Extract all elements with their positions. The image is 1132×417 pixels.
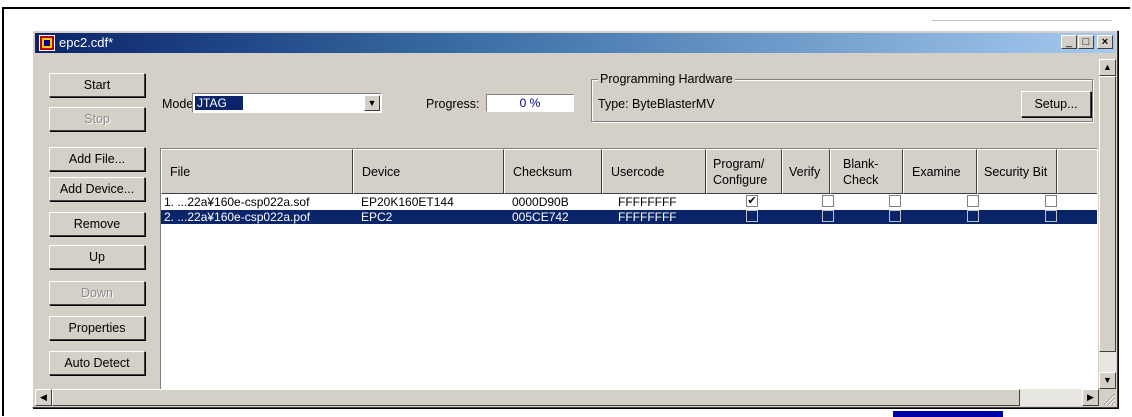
setup-button[interactable]: Setup...: [1021, 91, 1091, 117]
row-file: 1. ...22a¥160e-csp022a.sof: [164, 195, 310, 209]
program-checkbox[interactable]: ✔: [746, 195, 758, 207]
programmer-window: epc2.cdf* _ □ × Start Stop Add File... A…: [32, 30, 1118, 408]
vertical-scrollbar[interactable]: ▲ ▼: [1099, 59, 1116, 403]
scroll-right-arrow-icon[interactable]: ▶: [1082, 389, 1099, 406]
row-file: 2. ...22a¥160e-csp022a.pof: [164, 210, 311, 224]
close-button[interactable]: ×: [1097, 35, 1113, 49]
row-usercode: FFFFFFFF: [618, 195, 677, 209]
verify-checkbox[interactable]: [822, 210, 834, 222]
resize-grip-icon[interactable]: [1099, 389, 1116, 406]
row-device: EPC2: [361, 210, 393, 224]
mode-selected-value: JTAG: [194, 95, 244, 111]
scroll-left-arrow-icon[interactable]: ◀: [35, 389, 52, 406]
minimize-button[interactable]: _: [1061, 35, 1077, 49]
row-device: EP20K160ET144: [361, 195, 454, 209]
blank-check-checkbox[interactable]: [889, 210, 901, 222]
add-device-button[interactable]: Add Device...: [49, 177, 145, 201]
examine-checkbox[interactable]: [967, 195, 979, 207]
progress-field: 0 %: [486, 94, 574, 112]
progress-label: Progress:: [426, 97, 480, 111]
table-row[interactable]: 2. ...22a¥160e-csp022a.pof EPC2 005CE742…: [161, 210, 1097, 224]
vertical-scroll-thumb[interactable]: [1099, 76, 1116, 352]
add-file-button[interactable]: Add File...: [49, 147, 145, 171]
background-strip: [893, 411, 1003, 417]
scroll-down-arrow-icon[interactable]: ▼: [1099, 372, 1116, 389]
security-bit-checkbox[interactable]: [1045, 210, 1057, 222]
column-header-empty: [1057, 149, 1097, 194]
background-line: [932, 20, 1112, 21]
up-button[interactable]: Up: [49, 245, 145, 269]
mode-dropdown[interactable]: JTAG ▼: [192, 93, 382, 113]
horizontal-scroll-thumb[interactable]: [52, 389, 1020, 406]
hardware-type-label: Type:: [598, 97, 629, 111]
maximize-button[interactable]: □: [1078, 35, 1094, 49]
security-bit-checkbox[interactable]: [1045, 195, 1057, 207]
device-list[interactable]: File Device Checksum Usercode Program/ C…: [160, 148, 1098, 390]
title-bar[interactable]: epc2.cdf* _ □ ×: [35, 33, 1115, 53]
horizontal-scrollbar[interactable]: ◀ ▶: [35, 389, 1099, 406]
program-checkbox[interactable]: [746, 210, 758, 222]
column-header-verify[interactable]: Verify: [782, 149, 830, 194]
column-header-examine[interactable]: Examine: [903, 149, 977, 194]
window-title: epc2.cdf*: [59, 35, 114, 50]
group-title: Programming Hardware: [598, 72, 735, 86]
column-header-device[interactable]: Device: [353, 149, 504, 194]
column-header-checksum[interactable]: Checksum: [504, 149, 602, 194]
column-header-program-configure[interactable]: Program/ Configure: [706, 149, 782, 194]
verify-checkbox[interactable]: [822, 195, 834, 207]
hardware-type-value: ByteBlasterMV: [632, 97, 715, 111]
scroll-up-arrow-icon[interactable]: ▲: [1099, 59, 1116, 76]
column-header-file[interactable]: File: [161, 149, 353, 194]
programming-hardware-group: Programming Hardware Type: ByteBlasterMV…: [591, 72, 1093, 122]
start-button[interactable]: Start: [49, 73, 145, 97]
table-row[interactable]: 1. ...22a¥160e-csp022a.sof EP20K160ET144…: [161, 195, 1097, 209]
column-header-usercode[interactable]: Usercode: [602, 149, 706, 194]
column-header-blank-check[interactable]: Blank- Check: [830, 149, 903, 194]
row-checksum: 0000D90B: [512, 195, 569, 209]
row-checksum: 005CE742: [512, 210, 569, 224]
blank-check-checkbox[interactable]: [889, 195, 901, 207]
properties-button[interactable]: Properties: [49, 316, 145, 340]
chevron-down-icon[interactable]: ▼: [364, 95, 380, 111]
column-header-security-bit[interactable]: Security Bit: [977, 149, 1057, 194]
stop-button[interactable]: Stop: [49, 107, 145, 131]
examine-checkbox[interactable]: [967, 210, 979, 222]
auto-detect-button[interactable]: Auto Detect: [49, 351, 145, 375]
down-button[interactable]: Down: [49, 281, 145, 305]
row-usercode: FFFFFFFF: [618, 210, 677, 224]
app-icon: [39, 35, 55, 51]
remove-button[interactable]: Remove: [49, 212, 145, 236]
